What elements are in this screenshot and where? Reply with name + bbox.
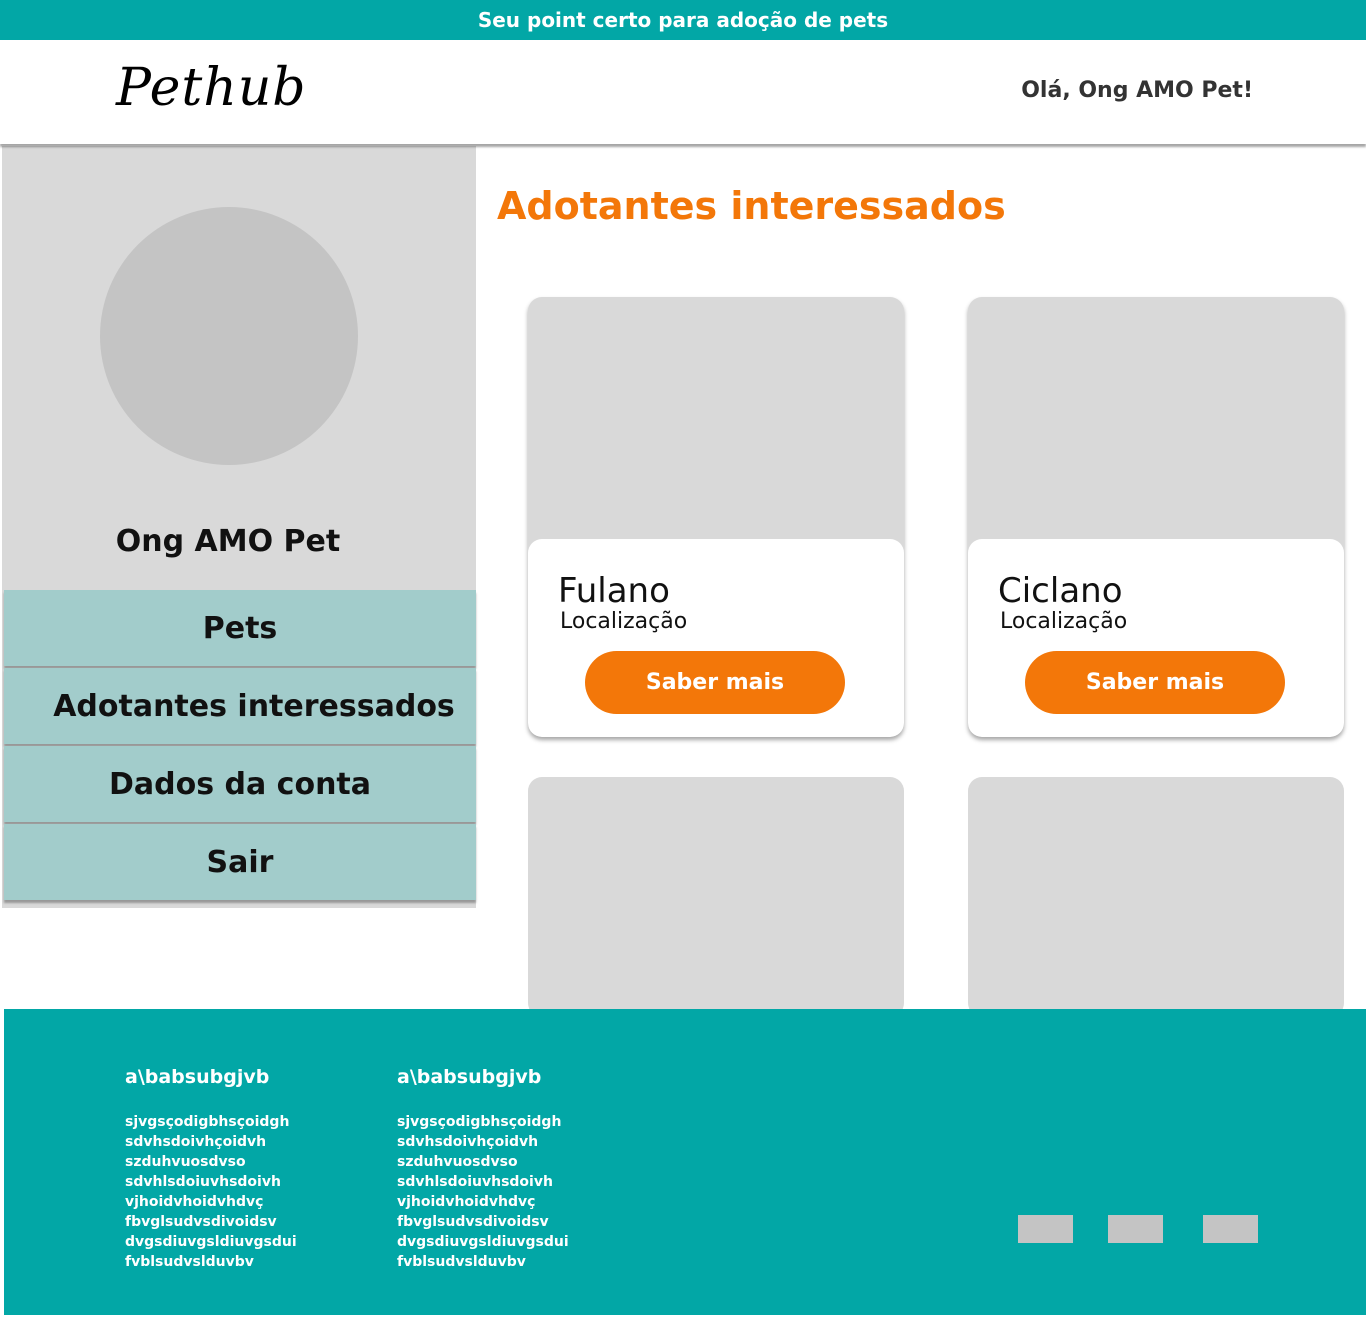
footer-link[interactable]: fvblsudvslduvbv: [397, 1252, 569, 1272]
sidebar-item-label: Sair: [206, 844, 274, 880]
social-icon-placeholder[interactable]: [1108, 1215, 1163, 1243]
adopter-location: Localização: [1000, 609, 1128, 634]
header: Pethub Olá, Ong AMO Pet!: [0, 40, 1366, 144]
sidebar: Ong AMO Pet Pets Adotantes interessados …: [2, 146, 476, 908]
footer-title: a\babsubgjvb: [125, 1066, 270, 1088]
footer-link[interactable]: vjhoidvhoidvhdvç: [397, 1192, 569, 1212]
social-icon-placeholder[interactable]: [1203, 1215, 1258, 1243]
logo[interactable]: Pethub: [116, 58, 307, 118]
sidebar-item-label: Pets: [202, 610, 278, 646]
footer-link[interactable]: fbvglsudvsdivoidsv: [397, 1212, 569, 1232]
footer-link[interactable]: fbvglsudvsdivoidsv: [125, 1212, 297, 1232]
sidebar-item-label: Dados da conta: [108, 766, 372, 802]
adopter-name: Fulano: [558, 571, 670, 611]
adopter-card: Ciclano Localização Saber mais: [968, 297, 1344, 737]
footer-link[interactable]: sdvhsdoivhçoidvh: [125, 1132, 297, 1152]
adopter-card-placeholder: [968, 777, 1344, 1017]
footer: a\babsubgjvb sjvgsçodigbhsçoidgh sdvhsdo…: [4, 1009, 1366, 1315]
tagline: Seu point certo para adoção de pets: [477, 8, 889, 32]
sidebar-item-label: Adotantes interessados: [53, 688, 455, 724]
user-greeting: Olá, Ong AMO Pet!: [1021, 78, 1253, 103]
adopter-card-placeholder: [528, 777, 904, 1017]
footer-link[interactable]: fvblsudvslduvbv: [125, 1252, 297, 1272]
adopter-name: Ciclano: [998, 571, 1123, 611]
social-icon-placeholder[interactable]: [1018, 1215, 1073, 1243]
footer-link[interactable]: szduhvuosdvso: [125, 1152, 297, 1172]
learn-more-button[interactable]: Saber mais: [585, 651, 845, 714]
footer-link[interactable]: dvgsdiuvgsldiuvgsdui: [397, 1232, 569, 1252]
card-info: Fulano Localização Saber mais: [528, 539, 904, 737]
top-banner: Seu point certo para adoção de pets: [0, 0, 1366, 40]
adopter-location: Localização: [560, 609, 688, 634]
footer-link[interactable]: sdvhlsdoiuvhsdoivh: [125, 1172, 297, 1192]
footer-link[interactable]: szduhvuosdvso: [397, 1152, 569, 1172]
footer-column: a\babsubgjvb sjvgsçodigbhsçoidgh sdvhsdo…: [397, 1066, 569, 1272]
org-name: Ong AMO Pet: [115, 524, 341, 559]
card-info: Ciclano Localização Saber mais: [968, 539, 1344, 737]
footer-link[interactable]: vjhoidvhoidvhdvç: [125, 1192, 297, 1212]
footer-link[interactable]: dvgsdiuvgsldiuvgsdui: [125, 1232, 297, 1252]
learn-more-button[interactable]: Saber mais: [1025, 651, 1285, 714]
sidebar-item-account-data[interactable]: Dados da conta: [4, 746, 476, 822]
adopter-card: Fulano Localização Saber mais: [528, 297, 904, 737]
footer-link[interactable]: sdvhsdoivhçoidvh: [397, 1132, 569, 1152]
sidebar-item-interested-adopters[interactable]: Adotantes interessados: [4, 668, 476, 744]
footer-link[interactable]: sjvgsçodigbhsçoidgh: [125, 1112, 297, 1132]
page-title: Adotantes interessados: [497, 184, 1006, 228]
footer-column: a\babsubgjvb sjvgsçodigbhsçoidgh sdvhsdo…: [125, 1066, 297, 1272]
footer-link[interactable]: sdvhlsdoiuvhsdoivh: [397, 1172, 569, 1192]
footer-link[interactable]: sjvgsçodigbhsçoidgh: [397, 1112, 569, 1132]
sidebar-item-pets[interactable]: Pets: [4, 590, 476, 666]
footer-title: a\babsubgjvb: [397, 1066, 542, 1088]
sidebar-item-logout[interactable]: Sair: [4, 824, 476, 900]
avatar: [100, 207, 358, 465]
